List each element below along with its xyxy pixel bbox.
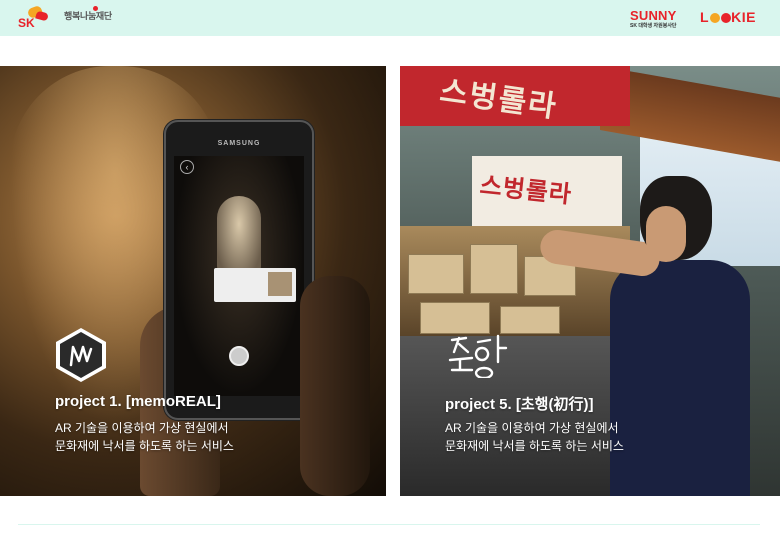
memoreal-hexagon-icon: [56, 328, 106, 382]
foundation-logo-text[interactable]: 행복나눔재단: [64, 9, 112, 22]
store-sign-top-text: 스벙롤라: [437, 74, 560, 125]
ar-memo-popup: [214, 268, 296, 302]
lookie-o-icon-2: [720, 13, 731, 23]
back-arrow-icon: ‹: [180, 160, 194, 174]
hand-right-image: [300, 276, 370, 496]
sunny-logo-subtitle: SK 대학생 자원봉사단: [630, 23, 677, 29]
sunny-logo[interactable]: SUNNY SK 대학생 자원봉사단: [630, 8, 686, 30]
lookie-letter-l: L: [700, 9, 710, 25]
project-title: project 5. [초행(初行)]: [445, 396, 594, 413]
footer-divider: [18, 524, 760, 525]
memo-photo-thumbnail: [268, 272, 292, 296]
project-description-line-1: AR 기술을 이용하여 가상 현실에서: [55, 421, 229, 435]
statue-on-screen-image: [217, 196, 261, 276]
phone-image: SAMSUNG ‹: [164, 120, 314, 420]
project-description-line-1: AR 기술을 이용하여 가상 현실에서: [445, 421, 619, 435]
customer-face: [646, 206, 686, 262]
phone-brand-text: SAMSUNG: [217, 140, 261, 147]
store-sign-middle-text: 스벙롤라: [478, 172, 574, 209]
project-description-line-2: 문화재에 낙서를 하도록 하는 서비스: [445, 439, 624, 453]
chohaeng-handwritten-icon: [448, 334, 508, 378]
sunny-logo-text: SUNNY: [630, 8, 677, 23]
lookie-letters-ie: IE: [741, 9, 756, 25]
lookie-logo[interactable]: L KIE: [700, 9, 756, 25]
header-bar: SK 행복나눔재단 SUNNY SK 대학생 자원봉사단 L KIE: [0, 0, 780, 36]
lookie-letters-kie: K: [731, 9, 742, 25]
project-card-memoreal[interactable]: SAMSUNG ‹ project 1. [memoREAL] AR 기술을 이…: [0, 66, 386, 496]
bread-box: [470, 244, 518, 294]
store-sign-top: 스벙롤라: [400, 66, 630, 126]
sk-logo[interactable]: SK: [18, 4, 52, 31]
customer-body: [610, 260, 750, 496]
phone-screen: ‹: [174, 156, 304, 396]
project-description-line-2: 문화재에 낙서를 하도록 하는 서비스: [55, 439, 234, 453]
sk-butterfly-icon-wing: [35, 10, 49, 22]
sk-logo-text: SK: [18, 16, 35, 30]
bread-box: [408, 254, 464, 294]
project-title: project 1. [memoREAL]: [55, 393, 221, 410]
project-card-chohaeng[interactable]: 스벙롤라 스벙롤라 project 5. [초행(初行)] AR 기술을 이용하…: [400, 66, 780, 496]
lookie-o-icon: [709, 13, 720, 23]
camera-shutter-icon: [229, 346, 249, 366]
